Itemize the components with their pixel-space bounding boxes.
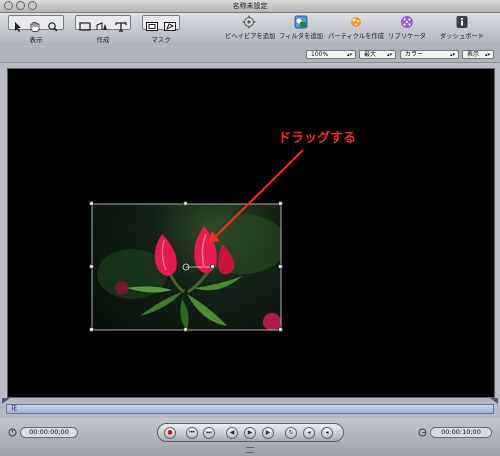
- handle-top-right[interactable]: [278, 201, 283, 206]
- resize-grip[interactable]: [246, 447, 254, 453]
- go-to-end-button[interactable]: ⏭: [203, 427, 215, 439]
- record-icon: ●: [167, 429, 173, 436]
- timeline-layer-name: 花: [11, 405, 18, 412]
- selection-bounding-box: [91, 149, 304, 331]
- transport-controls: ● ⏮ ⏭ ◀ ▶ ▶ ↻ ◂ ◂: [157, 423, 344, 442]
- step-forward-icon: ▶: [265, 429, 271, 436]
- go-to-start-button[interactable]: ⏮: [186, 427, 198, 439]
- current-timecode-field[interactable]: 00:00:00;00: [20, 427, 78, 438]
- handle-bottom-center[interactable]: [183, 327, 188, 332]
- skip-end-icon: ⏭: [206, 429, 212, 436]
- handle-bottom-left[interactable]: [89, 327, 94, 332]
- loop-button[interactable]: ↻: [285, 427, 297, 439]
- loop-icon: ↻: [288, 429, 294, 436]
- handle-middle-right[interactable]: [278, 264, 283, 269]
- timeline-layer-bar[interactable]: 花: [6, 404, 494, 414]
- step-forward-button[interactable]: ▶: [262, 427, 274, 439]
- handle-middle-left[interactable]: [89, 264, 94, 269]
- mute-button[interactable]: ◂: [321, 427, 333, 439]
- handle-bottom-right[interactable]: [278, 327, 283, 332]
- mute-icon: ◂: [325, 429, 329, 436]
- duration-timecode-field[interactable]: 00:00:10;00: [430, 427, 492, 438]
- handle-top-left[interactable]: [89, 201, 94, 206]
- motion-window: 名称未設定 表示 作成 マスク ビヘイビアを追加 フィルタを追加 パーティクルを…: [0, 0, 500, 456]
- step-back-button[interactable]: ◀: [226, 427, 238, 439]
- drag-annotation-text: ドラッグする: [278, 131, 357, 146]
- step-back-icon: ◀: [229, 429, 235, 436]
- mini-timeline: 花: [0, 398, 500, 418]
- audio-button[interactable]: ◂: [303, 427, 315, 439]
- speaker-icon: ◂: [307, 429, 311, 436]
- record-button[interactable]: ●: [164, 427, 176, 439]
- handle-top-center[interactable]: [183, 201, 188, 206]
- play-button[interactable]: ▶: [244, 427, 256, 439]
- start-timecode-icon: [8, 428, 17, 437]
- skip-start-icon: ⏮: [189, 429, 195, 436]
- rotation-handle[interactable]: [210, 264, 215, 269]
- play-icon: ▶: [247, 429, 253, 436]
- end-timecode-icon: [418, 428, 427, 437]
